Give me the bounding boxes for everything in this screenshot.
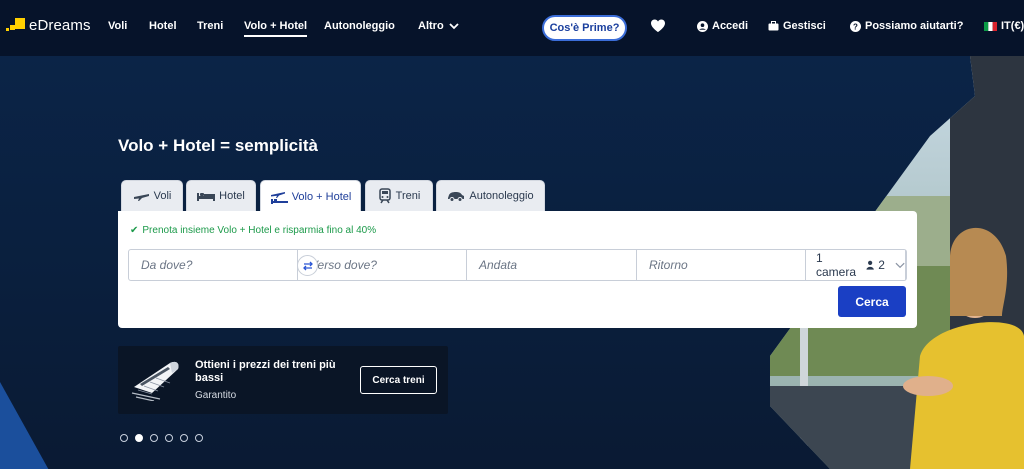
search-fields: Da dove? Verso dove? Andata Ritorno 1 ca… — [128, 249, 907, 281]
origin-placeholder: Da dove? — [141, 258, 193, 272]
tab-treni-label: Treni — [395, 190, 421, 202]
help-label: Possiamo aiutarti? — [865, 20, 964, 32]
nav-link-autonoleggio[interactable]: Autonoleggio — [324, 20, 395, 32]
tab-voli-label: Voli — [153, 190, 172, 202]
nav-link-treni[interactable]: Treni — [197, 20, 223, 32]
high-speed-train-icon — [131, 361, 179, 401]
train-promo-banner: Ottieni i prezzi dei treni più bassi Gar… — [118, 346, 448, 414]
top-navigation: eDreams Voli Hotel Treni Volo + Hotel Au… — [0, 0, 1024, 56]
carousel-dot[interactable] — [180, 434, 188, 442]
train-promo-title: Ottieni i prezzi dei treni più bassi — [195, 359, 336, 384]
briefcase-icon — [768, 21, 779, 31]
check-icon: ✔ — [130, 225, 139, 236]
plane-icon — [133, 194, 149, 201]
user-icon — [697, 20, 708, 32]
page-title: Volo + Hotel = semplicità — [118, 136, 318, 155]
train-icon — [378, 188, 391, 204]
departure-date-field[interactable]: Andata — [467, 250, 637, 280]
tab-voli[interactable]: Voli — [121, 180, 183, 211]
locale-label: IT(€) — [1001, 20, 1024, 32]
tab-hotel-label: Hotel — [219, 190, 245, 202]
carousel-dot[interactable] — [150, 434, 158, 442]
person-icon — [866, 260, 874, 270]
logo-mark-icon — [6, 16, 26, 34]
nav-link-altro-label: Altro — [418, 20, 444, 32]
tab-hotel[interactable]: Hotel — [186, 180, 256, 211]
nav-link-volo-hotel[interactable]: Volo + Hotel — [244, 20, 308, 37]
destination-placeholder: Verso dove? — [310, 258, 377, 272]
chevron-down-icon — [449, 23, 459, 30]
svg-text:?: ? — [853, 22, 858, 31]
swap-locations-button[interactable] — [297, 255, 318, 276]
carousel-dot-active[interactable] — [135, 434, 143, 442]
nav-link-altro[interactable]: Altro — [418, 20, 459, 32]
chevron-down-icon — [895, 262, 905, 268]
tab-volo-hotel-label: Volo + Hotel — [291, 190, 352, 203]
plane-hotel-icon — [270, 191, 288, 204]
login-link[interactable]: Accedi — [697, 20, 748, 32]
tab-treni[interactable]: Treni — [365, 180, 433, 211]
promo-text: Prenota insieme Volo + Hotel e risparmia… — [142, 225, 377, 236]
return-date-field[interactable]: Ritorno — [637, 250, 806, 280]
decorative-shape — [0, 382, 50, 469]
swap-icon — [302, 261, 313, 270]
departure-placeholder: Andata — [479, 258, 518, 272]
manage-link[interactable]: Gestisci — [768, 20, 826, 32]
return-placeholder: Ritorno — [649, 258, 688, 272]
promo-message: ✔ Prenota insieme Volo + Hotel e risparmi… — [130, 225, 376, 236]
search-trains-button[interactable]: Cerca treni — [360, 366, 437, 394]
car-icon — [448, 191, 465, 202]
destination-field[interactable]: Verso dove? — [298, 250, 467, 280]
search-button[interactable]: Cerca — [838, 286, 906, 317]
rooms-label: 1 camera — [816, 251, 857, 279]
train-promo-subtitle: Garantito — [195, 390, 237, 401]
carousel-pagination — [120, 434, 203, 442]
search-form: ✔ Prenota insieme Volo + Hotel e risparmi… — [118, 211, 917, 328]
guests-count: 2 — [878, 258, 885, 272]
locale-selector[interactable]: IT(€) — [984, 20, 1024, 32]
tab-autonoleggio[interactable]: Autonoleggio — [436, 180, 545, 211]
login-label: Accedi — [712, 20, 749, 32]
brand-name: eDreams — [29, 16, 91, 34]
nav-link-voli[interactable]: Voli — [108, 20, 127, 32]
tab-volo-hotel[interactable]: Volo + Hotel — [260, 180, 361, 212]
origin-field[interactable]: Da dove? — [129, 250, 298, 280]
help-link[interactable]: ? Possiamo aiutarti? — [850, 20, 963, 32]
heart-icon[interactable] — [650, 18, 666, 34]
nav-link-hotel[interactable]: Hotel — [149, 20, 177, 32]
carousel-dot[interactable] — [165, 434, 173, 442]
bed-icon — [197, 193, 216, 201]
italy-flag-icon — [984, 21, 997, 31]
carousel-dot[interactable] — [195, 434, 203, 442]
help-circle-icon: ? — [850, 20, 861, 32]
carousel-dot[interactable] — [120, 434, 128, 442]
prime-button[interactable]: Cos'è Prime? — [542, 15, 627, 41]
manage-label: Gestisci — [783, 20, 826, 32]
edreams-logo[interactable]: eDreams — [6, 16, 91, 34]
tab-autonoleggio-label: Autonoleggio — [469, 190, 534, 202]
rooms-guests-selector[interactable]: 1 camera 2 — [806, 250, 906, 280]
